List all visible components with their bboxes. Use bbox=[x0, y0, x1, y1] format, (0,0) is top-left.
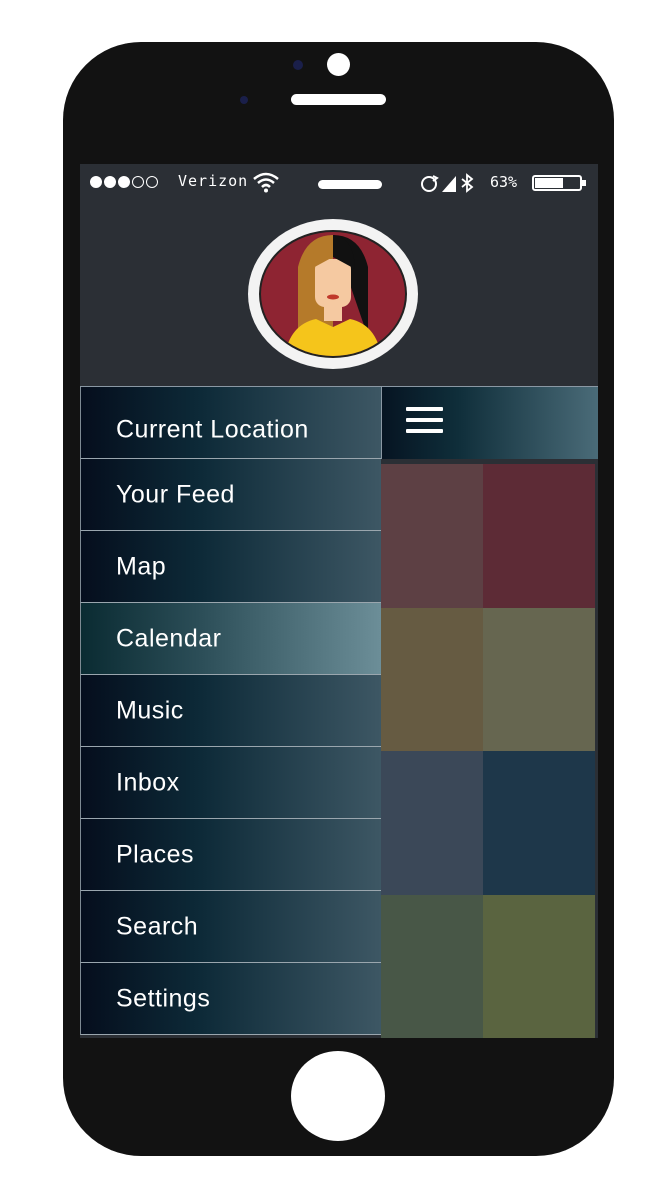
side-menu: Current Location Your Feed Map Calendar … bbox=[80, 386, 381, 1038]
avatar[interactable] bbox=[248, 219, 418, 369]
menu-item-label: Search bbox=[116, 912, 199, 940]
menu-item-label: Current Location bbox=[116, 415, 309, 444]
menu-item-label: Calendar bbox=[116, 624, 222, 652]
color-tile[interactable] bbox=[381, 464, 483, 608]
sensor-dot bbox=[293, 60, 303, 70]
menu-item-places[interactable]: Places bbox=[80, 819, 381, 891]
screen: Verizon 63% Current Location Your Feed M… bbox=[80, 164, 598, 1038]
status-bar: Verizon 63% bbox=[80, 164, 598, 202]
color-tile[interactable] bbox=[483, 607, 595, 751]
tile-grid bbox=[381, 464, 595, 1038]
menu-item-map[interactable]: Map bbox=[80, 531, 381, 603]
menu-item-music[interactable]: Music bbox=[80, 675, 381, 747]
color-tile[interactable] bbox=[381, 751, 483, 895]
menu-item-label: Settings bbox=[116, 984, 211, 1012]
menu-item-label: Map bbox=[116, 552, 167, 580]
earpiece-speaker bbox=[291, 94, 386, 105]
battery-percentage: 63% bbox=[490, 173, 518, 191]
menu-item-label: Places bbox=[116, 840, 195, 868]
rotation-lock-icon bbox=[421, 173, 474, 193]
carrier-name: Verizon bbox=[178, 172, 249, 190]
menu-item-label: Inbox bbox=[116, 768, 180, 796]
content-header bbox=[381, 386, 598, 459]
color-tile[interactable] bbox=[483, 751, 595, 895]
color-tile[interactable] bbox=[483, 464, 595, 608]
menu-item-inbox[interactable]: Inbox bbox=[80, 747, 381, 819]
signal-strength-icon bbox=[90, 176, 158, 188]
color-tile[interactable] bbox=[381, 894, 483, 1038]
menu-item-settings[interactable]: Settings bbox=[80, 963, 381, 1035]
notch-pill bbox=[318, 180, 382, 189]
menu-item-your-feed[interactable]: Your Feed bbox=[80, 459, 381, 531]
wifi-icon bbox=[253, 172, 279, 193]
menu-item-calendar[interactable]: Calendar bbox=[80, 603, 381, 675]
hamburger-icon[interactable] bbox=[406, 407, 443, 434]
menu-item-label: Your Feed bbox=[116, 480, 235, 508]
menu-item-search[interactable]: Search bbox=[80, 891, 381, 963]
menu-item-current-location[interactable]: Current Location bbox=[80, 387, 381, 459]
profile-picture bbox=[259, 230, 407, 358]
front-camera bbox=[327, 53, 350, 76]
home-button[interactable] bbox=[291, 1051, 385, 1141]
sensor-dot bbox=[240, 96, 248, 104]
battery-icon bbox=[532, 175, 586, 191]
color-tile[interactable] bbox=[483, 894, 595, 1038]
menu-item-label: Music bbox=[116, 696, 184, 724]
color-tile[interactable] bbox=[381, 607, 483, 751]
